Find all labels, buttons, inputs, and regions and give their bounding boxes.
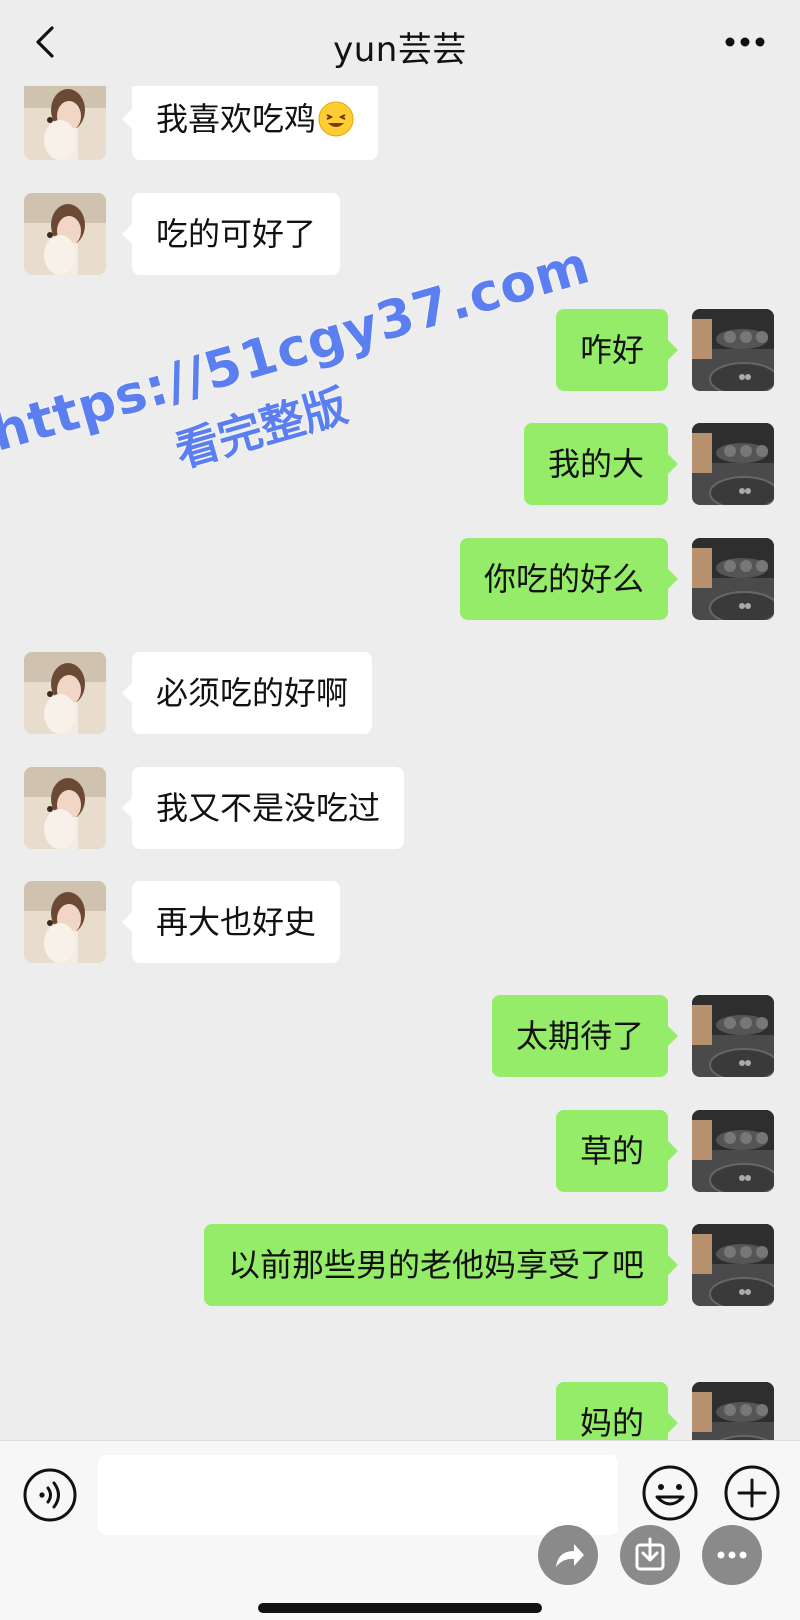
message-text: 必须吃的好啊: [156, 674, 349, 712]
message-outgoing: 咋好: [0, 309, 800, 399]
home-indicator[interactable]: [258, 1603, 542, 1613]
my-avatar[interactable]: [692, 309, 774, 391]
message-list[interactable]: 我喜欢吃鸡 吃的可好了 咋好 我的大 你吃的好么 必须吃的好啊 我又不是没吃过 …: [0, 0, 800, 1464]
more-options-button[interactable]: [720, 24, 770, 60]
download-button[interactable]: [620, 1525, 680, 1585]
message-input[interactable]: [98, 1455, 618, 1535]
message-bubble[interactable]: 我喜欢吃鸡: [121, 78, 379, 160]
message-text: 你吃的好么: [483, 560, 644, 598]
message-outgoing: 太期待了: [0, 995, 800, 1085]
plus-circle-icon: [724, 1465, 780, 1521]
chat-input-bar: [0, 1440, 800, 1620]
message-text: 再大也好史: [156, 903, 317, 941]
message-bubble[interactable]: 太期待了: [491, 995, 679, 1077]
message-text: 我的大: [547, 445, 644, 483]
message-text: 太期待了: [515, 1017, 644, 1055]
my-avatar[interactable]: [692, 1110, 774, 1192]
message-incoming: 我喜欢吃鸡: [0, 78, 800, 168]
message-outgoing: 以前那些男的老他妈享受了吧: [0, 1224, 800, 1314]
emoji-button[interactable]: [640, 1463, 700, 1523]
more-dots-icon: [717, 1551, 747, 1559]
contact-avatar[interactable]: [24, 193, 106, 275]
chat-screen: 我喜欢吃鸡 吃的可好了 咋好 我的大 你吃的好么 必须吃的好啊 我又不是没吃过 …: [0, 0, 800, 1620]
my-avatar[interactable]: [692, 1224, 774, 1306]
message-text: 妈的: [579, 1404, 644, 1442]
grinning-squint-emoji-icon: [318, 85, 354, 137]
my-avatar[interactable]: [692, 423, 774, 505]
chat-title: yun芸芸: [333, 30, 467, 70]
message-bubble[interactable]: 必须吃的好啊: [121, 652, 373, 734]
more-functions-button[interactable]: [722, 1463, 782, 1523]
message-incoming: 我又不是没吃过: [0, 767, 800, 857]
smiley-icon: [642, 1465, 698, 1521]
my-avatar[interactable]: [692, 538, 774, 620]
message-text: 草的: [579, 1132, 644, 1170]
message-bubble[interactable]: 草的: [555, 1110, 679, 1192]
message-incoming: 再大也好史: [0, 881, 800, 971]
message-bubble[interactable]: 以前那些男的老他妈享受了吧: [203, 1224, 679, 1306]
message-bubble[interactable]: 你吃的好么: [459, 538, 679, 620]
voice-input-button[interactable]: [22, 1467, 78, 1523]
chat-header: yun芸芸: [0, 0, 800, 86]
more-dots-icon: [725, 37, 765, 47]
share-arrow-icon: [556, 1544, 584, 1567]
contact-avatar[interactable]: [24, 652, 106, 734]
message-bubble[interactable]: 吃的可好了: [121, 193, 341, 275]
message-incoming: 必须吃的好啊: [0, 652, 800, 742]
message-text: 我喜欢吃鸡: [156, 100, 317, 138]
voice-icon: [23, 1468, 77, 1522]
contact-avatar[interactable]: [24, 767, 106, 849]
message-text: 吃的可好了: [156, 215, 317, 253]
message-text: 咋好: [579, 331, 644, 369]
download-icon: [635, 1537, 665, 1571]
share-button[interactable]: [538, 1525, 598, 1585]
message-text: 以前那些男的老他妈享受了吧: [227, 1246, 644, 1284]
contact-avatar[interactable]: [24, 78, 106, 160]
message-bubble[interactable]: 咋好: [555, 309, 679, 391]
message-outgoing: 我的大: [0, 423, 800, 513]
message-bubble[interactable]: 我又不是没吃过: [121, 767, 405, 849]
message-outgoing: 你吃的好么: [0, 538, 800, 628]
message-bubble[interactable]: 我的大: [523, 423, 679, 505]
my-avatar[interactable]: [692, 995, 774, 1077]
contact-avatar[interactable]: [24, 881, 106, 963]
message-bubble[interactable]: 再大也好史: [121, 881, 341, 963]
floating-more-button[interactable]: [702, 1525, 762, 1585]
message-text: 我又不是没吃过: [156, 789, 381, 827]
message-incoming: 吃的可好了: [0, 193, 800, 283]
message-outgoing: 草的: [0, 1110, 800, 1200]
